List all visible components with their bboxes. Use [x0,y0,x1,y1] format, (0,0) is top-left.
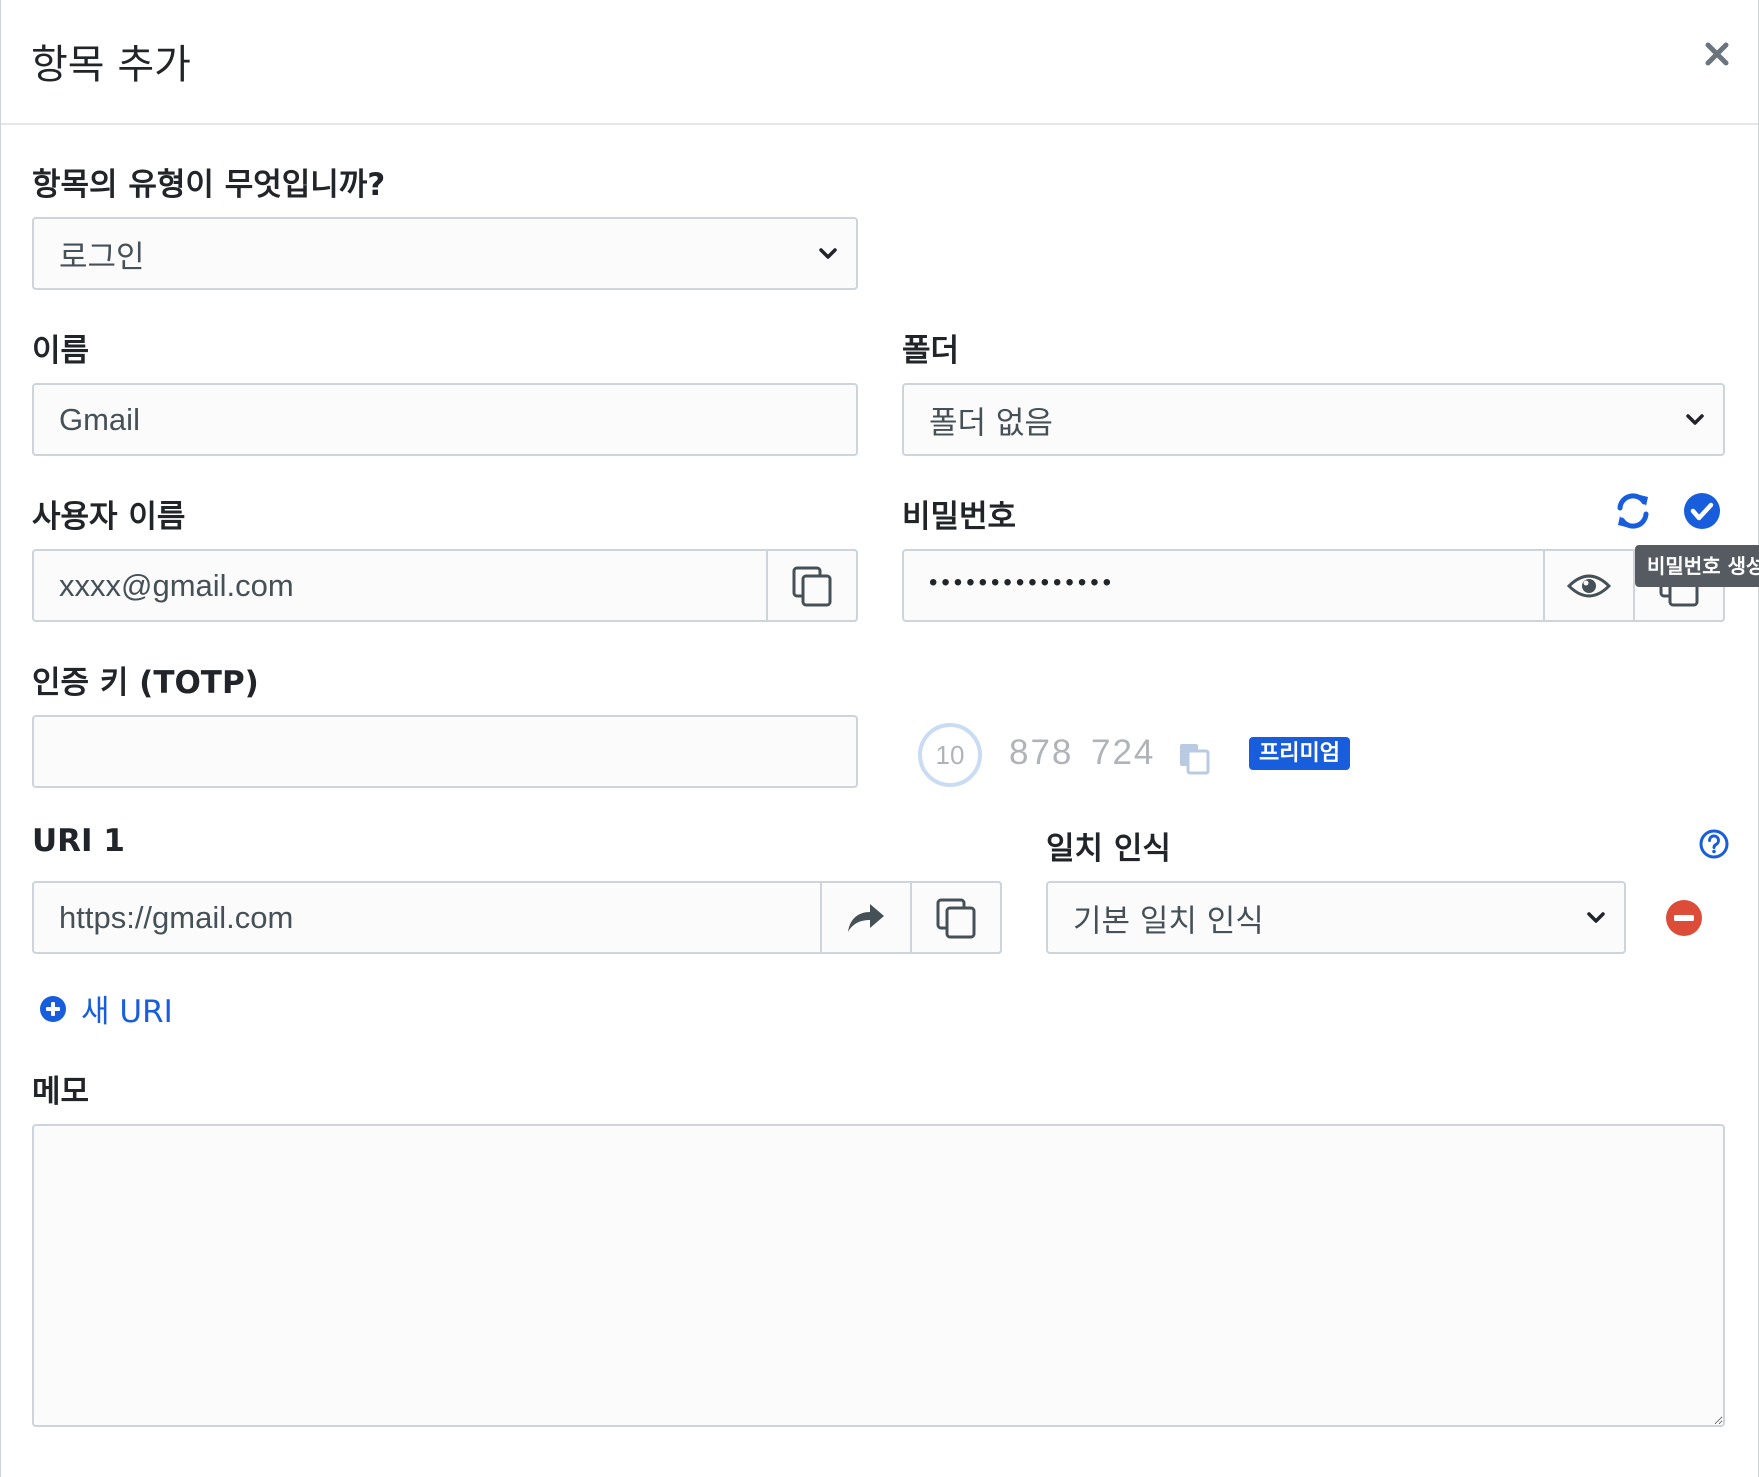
notes-textarea[interactable] [32,1124,1725,1427]
copy-uri-button[interactable] [910,881,1002,954]
refresh-icon [1617,493,1649,529]
match-detection-select[interactable]: 기본 일치 인식 [1046,881,1626,954]
name-input-value: Gmail [59,401,140,437]
check-password-button[interactable] [1680,489,1724,533]
chevron-down-icon [819,247,837,259]
remove-uri-button[interactable] [1663,897,1705,939]
copy-icon [1180,744,1210,775]
copy-totp-button[interactable] [1176,740,1212,776]
new-uri-label: 새 URI [81,994,173,1030]
dialog-header: 항목 추가 [1,0,1758,125]
type-label: 항목의 유형이 무엇입니까? [32,167,386,203]
totp-code-part1: 878 [1009,733,1074,772]
chevron-down-icon [1587,911,1605,923]
uri-input[interactable]: https://gmail.com [32,881,1002,954]
add-item-dialog: 항목 추가 항목의 유형이 무엇입니까? 로그인 이름 Gmail 폴더 폴더 … [0,0,1759,1477]
close-button[interactable] [1704,34,1730,74]
name-input[interactable]: Gmail [32,383,858,456]
question-circle-icon [1699,829,1729,859]
plus-circle-icon [40,995,66,1022]
folder-select-value: 폴더 없음 [929,405,1053,441]
toggle-password-visibility-button[interactable] [1543,549,1635,622]
chevron-down-icon [1686,413,1704,425]
username-input-value: xxxx@gmail.com [59,567,294,603]
totp-label: 인증 키 (TOTP) [32,665,259,701]
dialog-title: 항목 추가 [31,42,191,88]
username-label: 사용자 이름 [32,499,186,535]
password-input-value: ••••••••••••••• [929,568,1116,596]
totp-input[interactable] [32,715,858,788]
copy-icon [792,566,832,606]
uri-input-value: https://gmail.com [59,899,294,935]
totp-countdown: 10 [917,722,983,788]
totp-code-part2: 724 [1091,733,1156,772]
generate-password-button[interactable] [1611,489,1655,533]
type-select[interactable]: 로그인 [32,217,858,290]
premium-badge[interactable]: 프리미엄 [1249,737,1350,770]
close-icon [1705,42,1729,66]
folder-select[interactable]: 폴더 없음 [902,383,1725,456]
username-input[interactable]: xxxx@gmail.com [32,549,858,622]
type-select-value: 로그인 [59,239,145,275]
copy-icon [936,898,976,938]
password-label: 비밀번호 [902,499,1017,535]
new-uri-button[interactable]: 새 URI [39,986,173,1031]
match-detection-value: 기본 일치 인식 [1073,903,1264,939]
name-label: 이름 [32,333,90,369]
minus-circle-icon [1666,900,1702,936]
uri-label: URI 1 [32,823,125,859]
folder-label: 폴더 [902,333,960,369]
match-detection-label: 일치 인식 [1046,831,1171,867]
generate-password-tooltip: 비밀번호 생성 [1635,545,1759,587]
notes-label: 메모 [32,1074,90,1110]
password-input[interactable]: ••••••••••••••• [902,549,1725,622]
eye-icon [1567,574,1611,597]
launch-uri-button[interactable] [820,881,912,954]
share-icon [848,903,884,932]
countdown-value: 10 [935,740,965,770]
copy-username-button[interactable] [766,549,858,622]
match-detection-help-button[interactable] [1697,827,1731,861]
check-circle-icon [1684,493,1720,529]
